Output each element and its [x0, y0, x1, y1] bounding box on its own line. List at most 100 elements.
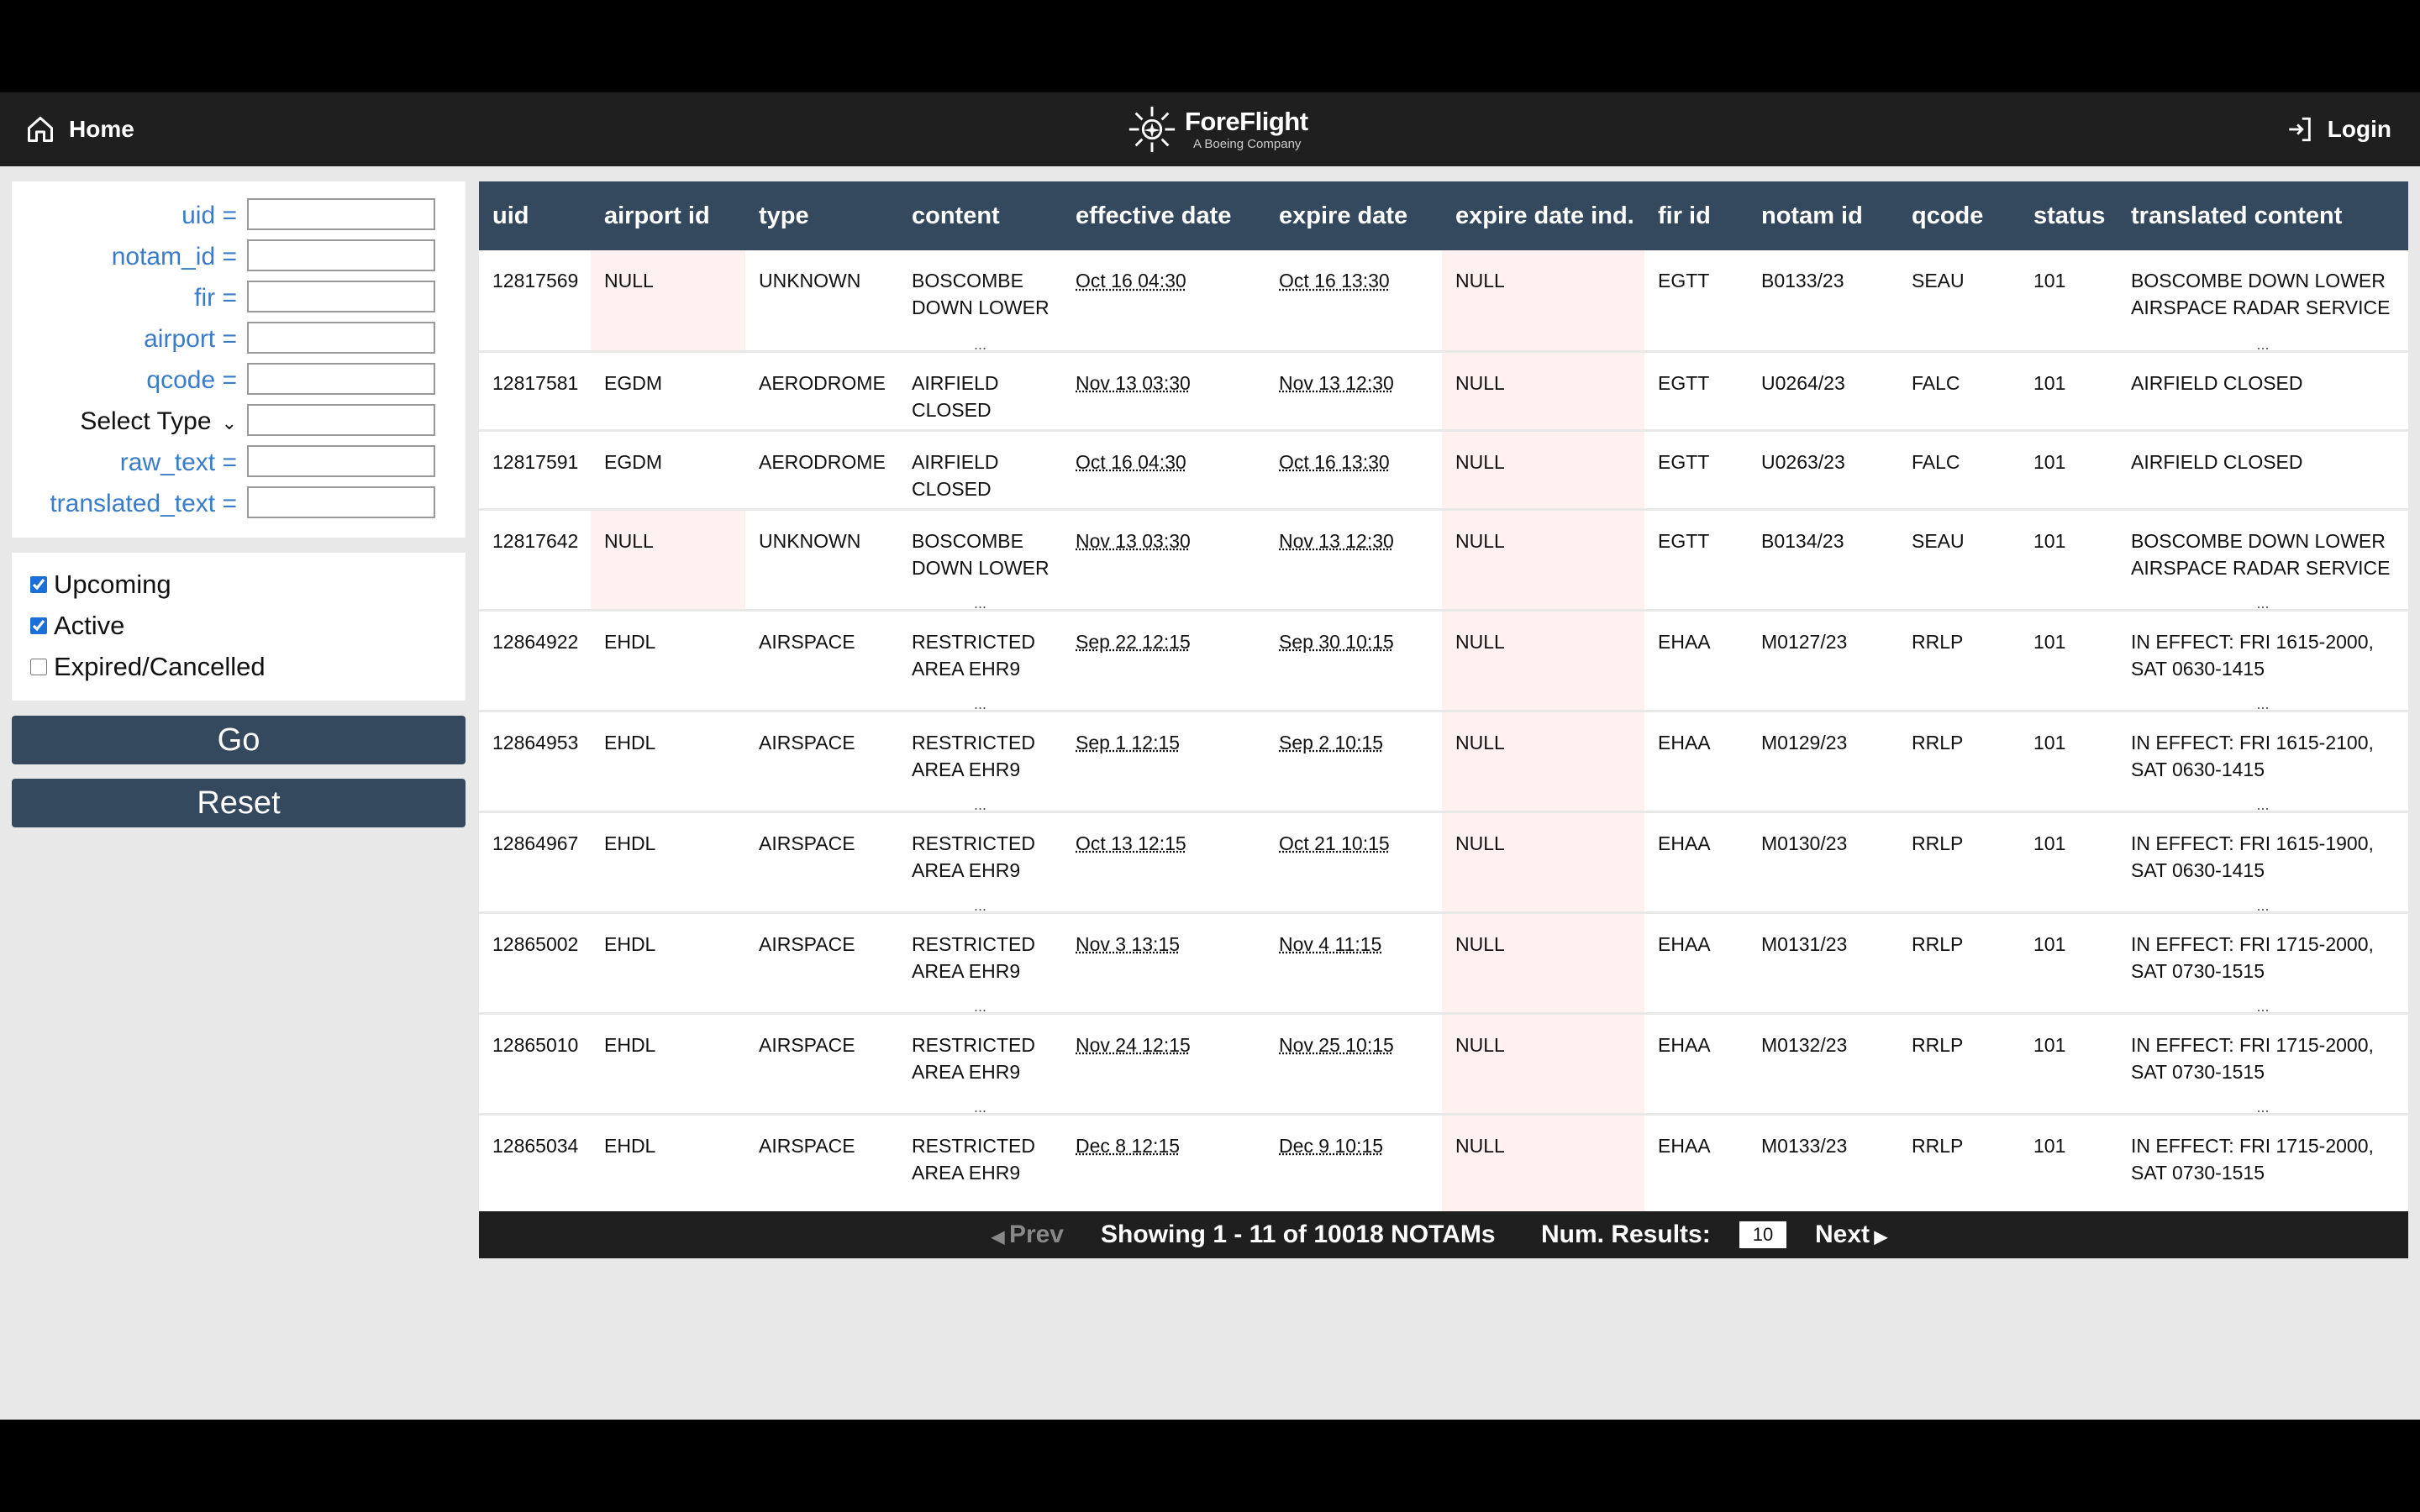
cell-notam-id: M0127/23	[1748, 610, 1898, 712]
cell-text: AIRSPACE	[759, 1033, 855, 1056]
column-header-airport-id[interactable]: airport id	[591, 181, 745, 250]
reset-button[interactable]: Reset	[12, 779, 466, 827]
next-button[interactable]: Next ▶	[1815, 1211, 1887, 1261]
cell-text: RRLP	[1912, 1134, 1964, 1157]
cell-effective-date: Oct 16 04:30	[1062, 430, 1265, 511]
table-row[interactable]: 12817591 EGDM AERODROME AIRFIELD CLOSED Oct …	[479, 430, 2408, 511]
date-value: Nov 25 10:15	[1279, 1033, 1394, 1056]
cell-qcode: RRLP	[1898, 811, 2020, 914]
ellipsis-icon[interactable]: ...	[2118, 797, 2408, 812]
table-row[interactable]: 12865002 EHDL AIRSPACE RESTRICTED AREA EHR9…	[479, 912, 2408, 1015]
table-row[interactable]: 12817569 NULL UNKNOWN BOSCOMBE DOWN LOWER..…	[479, 250, 2408, 353]
ellipsis-icon[interactable]: ...	[2118, 696, 2408, 711]
upcoming-checkbox[interactable]	[30, 576, 47, 593]
expired-checkbox[interactable]	[30, 659, 47, 675]
cell-type: UNKNOWN	[745, 250, 898, 353]
cell-fir-id: EHAA	[1644, 1013, 1748, 1116]
table-row[interactable]: 12865010 EHDL AIRSPACE RESTRICTED AREA EHR9…	[479, 1013, 2408, 1116]
cell-content: RESTRICTED AREA EHR9...	[898, 711, 1062, 813]
cell-expire-date-ind: NULL	[1442, 811, 1644, 914]
ellipsis-icon[interactable]: ...	[898, 999, 1062, 1014]
cell-status: 101	[2020, 1114, 2118, 1216]
cell-text: NULL	[1455, 450, 1505, 473]
table-row[interactable]: 12865034 EHDL AIRSPACE RESTRICTED AREA EHR9…	[479, 1114, 2408, 1216]
cell-uid: 12817591	[479, 430, 591, 511]
cell-text: 101	[2033, 630, 2066, 653]
date-value: Dec 9 10:15	[1279, 1134, 1384, 1157]
column-header-status[interactable]: status	[2020, 181, 2118, 250]
cell-qcode: RRLP	[1898, 1114, 2020, 1216]
column-header-type[interactable]: type	[745, 181, 898, 250]
table-row[interactable]: 12864953 EHDL AIRSPACE RESTRICTED AREA EHR9…	[479, 711, 2408, 813]
ellipsis-icon[interactable]: ...	[898, 337, 1062, 352]
column-header-content[interactable]: content	[898, 181, 1062, 250]
cell-text: 12864922	[492, 630, 579, 653]
column-header-fir-id[interactable]: fir id	[1644, 181, 1748, 250]
notam-table: uid airport id type content effective date ex…	[479, 181, 2408, 1216]
fir-input[interactable]	[247, 281, 435, 312]
upcoming-option[interactable]: Upcoming	[30, 570, 171, 600]
ellipsis-icon[interactable]: ...	[2118, 999, 2408, 1014]
column-header-expire-date-ind[interactable]: expire date ind.	[1442, 181, 1644, 250]
cell-status: 101	[2020, 351, 2118, 432]
login-link[interactable]: Login	[2286, 92, 2391, 166]
cell-text: 101	[2033, 450, 2066, 473]
prev-button[interactable]: ◀ Prev	[992, 1211, 1064, 1261]
table-row[interactable]: 12864922 EHDL AIRSPACE RESTRICTED AREA EHR9…	[479, 610, 2408, 712]
ellipsis-icon[interactable]: ...	[2118, 337, 2408, 352]
uid-input[interactable]	[247, 198, 435, 230]
cell-text: NULL	[1455, 371, 1505, 394]
ellipsis-icon[interactable]: ...	[898, 1100, 1062, 1115]
cell-text: NULL	[1455, 1134, 1505, 1157]
go-button[interactable]: Go	[12, 716, 466, 764]
raw-text-input[interactable]	[247, 445, 435, 477]
cell-text: EHDL	[604, 1033, 656, 1056]
cell-fir-id: EGTT	[1644, 250, 1748, 353]
ellipsis-icon[interactable]: ...	[898, 898, 1062, 913]
ellipsis-icon[interactable]: ...	[2118, 898, 2408, 913]
cell-text: IN EFFECT: FRI 1615-2000, SAT 0630-1415	[2131, 630, 2374, 680]
column-header-expire-date[interactable]: expire date	[1265, 181, 1442, 250]
main-content: uid = notam_id = fir = airport = qcode =…	[0, 166, 2420, 1420]
notam-id-input[interactable]	[247, 239, 435, 271]
filter-row-type: Select Type ⌄	[12, 402, 466, 441]
type-input[interactable]	[247, 404, 435, 436]
expired-option[interactable]: Expired/Cancelled	[30, 652, 266, 682]
ellipsis-icon[interactable]: ...	[898, 797, 1062, 812]
airport-input[interactable]	[247, 322, 435, 354]
cell-type: AERODROME	[745, 430, 898, 511]
ellipsis-icon[interactable]: ...	[2118, 1100, 2408, 1115]
type-select[interactable]: Select Type ⌄	[80, 407, 237, 436]
cell-status: 101	[2020, 430, 2118, 511]
translated-text-input[interactable]	[247, 486, 435, 518]
ellipsis-icon[interactable]: ...	[898, 696, 1062, 711]
table-row[interactable]: 12817642 NULL UNKNOWN BOSCOMBE DOWN LOWER..…	[479, 509, 2408, 612]
cell-effective-date: Nov 3 13:15	[1062, 912, 1265, 1015]
column-header-effective-date[interactable]: effective date	[1062, 181, 1265, 250]
cell-text: 12865002	[492, 932, 579, 955]
ellipsis-icon[interactable]: ...	[2118, 596, 2408, 611]
cell-text: IN EFFECT: FRI 1715-2000, SAT 0730-1515	[2131, 1033, 2374, 1083]
table-row[interactable]: 12817581 EGDM AERODROME AIRFIELD CLOSED Nov …	[479, 351, 2408, 432]
active-option[interactable]: Active	[30, 611, 124, 641]
pagination-bar: ◀ Prev Showing 1 - 11 of 10018 NOTAMs Nu…	[479, 1211, 2408, 1258]
ellipsis-icon[interactable]: ...	[898, 596, 1062, 611]
column-header-notam-id[interactable]: notam id	[1748, 181, 1898, 250]
home-link[interactable]: Home	[25, 92, 134, 166]
foreflight-logo: ForeFlight A Boeing Company	[1126, 101, 1308, 158]
active-checkbox[interactable]	[30, 617, 47, 634]
qcode-input[interactable]	[247, 363, 435, 395]
cell-airport-id: EGDM	[591, 430, 745, 511]
table-row[interactable]: 12864967 EHDL AIRSPACE RESTRICTED AREA EHR9…	[479, 811, 2408, 914]
date-value: Nov 24 12:15	[1076, 1033, 1191, 1056]
raw-text-label: raw_text =	[119, 449, 237, 476]
login-label: Login	[2327, 116, 2391, 142]
date-value: Nov 13 12:30	[1279, 529, 1394, 552]
column-header-uid[interactable]: uid	[479, 181, 591, 250]
num-results-input[interactable]	[1739, 1221, 1786, 1248]
column-header-qcode[interactable]: qcode	[1898, 181, 2020, 250]
cell-airport-id: EHDL	[591, 1013, 745, 1116]
cell-text: EHAA	[1658, 932, 1711, 955]
column-header-translated-content[interactable]: translated content	[2118, 181, 2408, 250]
cell-text: RRLP	[1912, 832, 1964, 854]
